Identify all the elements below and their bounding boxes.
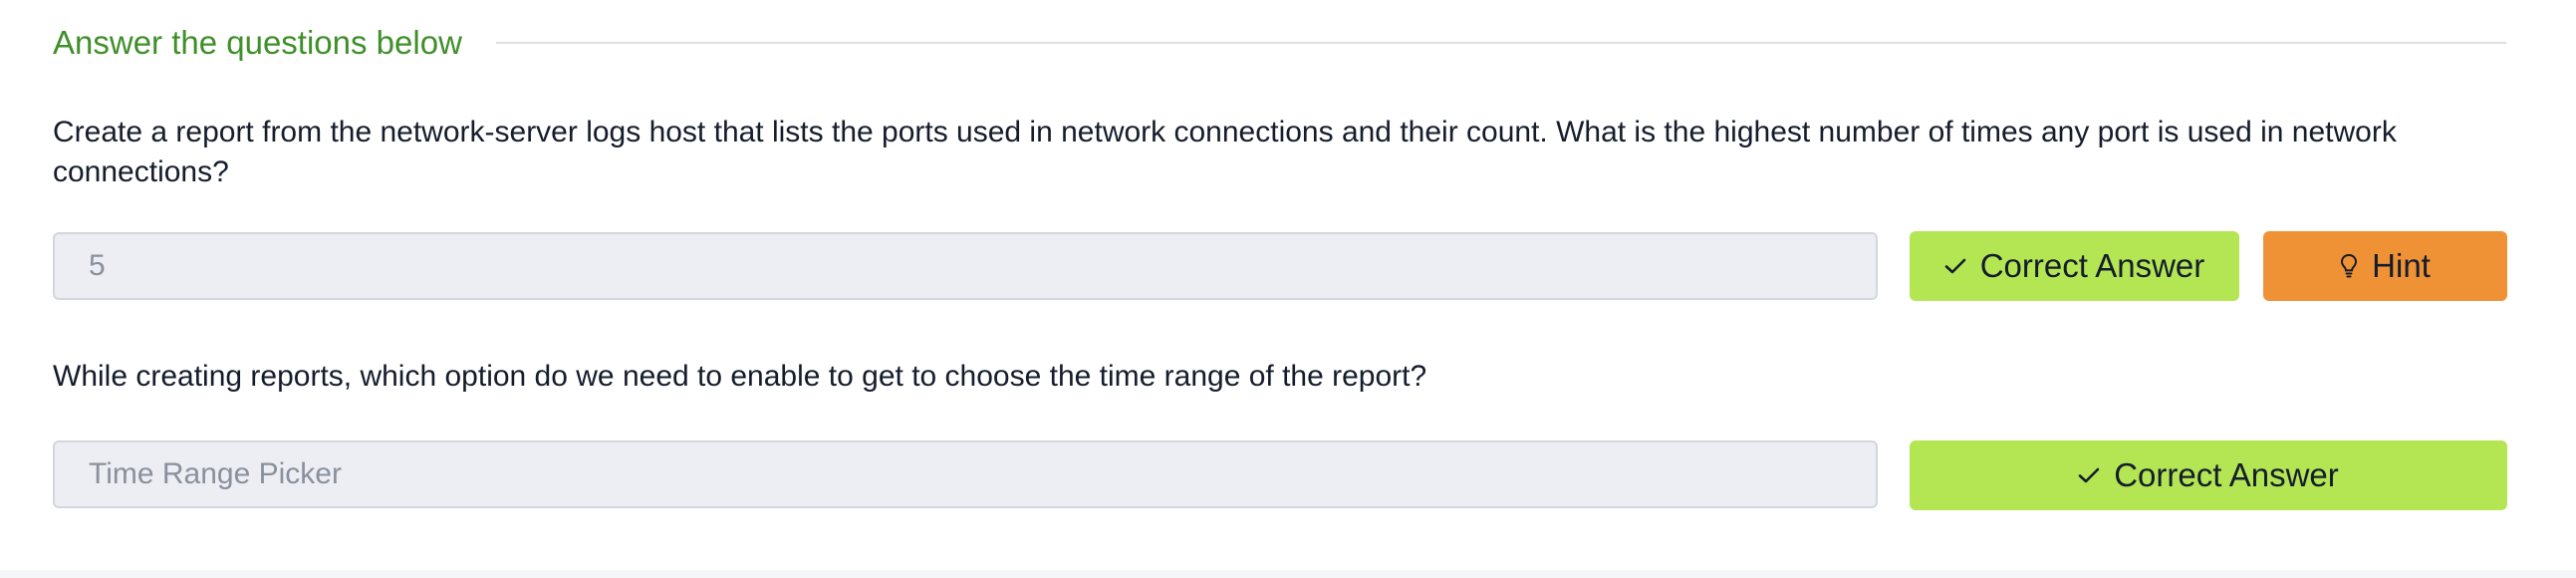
- task-answers-panel: Answer the questions below Create a repo…: [0, 0, 2576, 570]
- question-1-text: Create a report from the network-server …: [53, 116, 2397, 188]
- checkmark-icon: [1944, 257, 1966, 275]
- question-1-correct-answer-label: Correct Answer: [1979, 247, 2205, 284]
- lightbulb-icon: [2340, 253, 2358, 279]
- question-2-correct-answer-label: Correct Answer: [2114, 456, 2339, 493]
- question-2-correct-answer-button[interactable]: Correct Answer: [1910, 440, 2507, 510]
- question-2-text: While creating reports, which option do …: [53, 360, 1427, 393]
- header-divider: [495, 42, 2506, 44]
- section-title: Answer the questions below: [53, 24, 462, 61]
- question-1-answer-field[interactable]: [53, 232, 1878, 300]
- question-2-answer-field[interactable]: [53, 440, 1878, 508]
- checkmark-icon: [2078, 466, 2100, 484]
- question-1-hint-label: Hint: [2372, 247, 2431, 284]
- section-header: Answer the questions below: [53, 18, 2506, 68]
- question-1-hint-button[interactable]: Hint: [2263, 231, 2507, 301]
- page-bottom-edge: [0, 570, 2576, 578]
- question-1-correct-answer-button[interactable]: Correct Answer: [1910, 231, 2239, 301]
